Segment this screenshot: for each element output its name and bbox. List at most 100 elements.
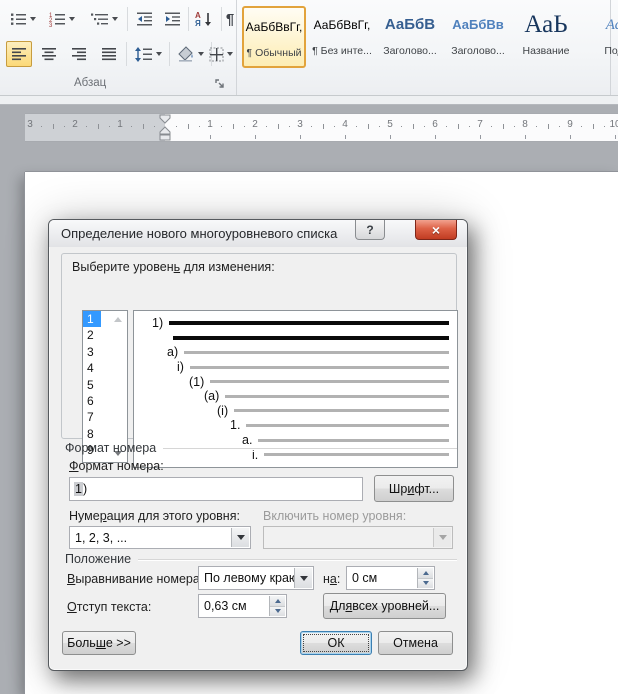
ruler-mark xyxy=(187,124,189,129)
ruler-number: 1 xyxy=(207,119,213,130)
spin-up-button[interactable] xyxy=(418,568,433,579)
level-item[interactable]: 2 xyxy=(83,327,127,343)
preview-number-label: i) xyxy=(177,360,184,375)
combo-dropdown-button[interactable] xyxy=(231,528,249,547)
number-alignment-combobox[interactable]: По левому краю xyxy=(198,566,314,590)
close-icon: × xyxy=(431,221,441,238)
bullets-button[interactable] xyxy=(4,7,41,31)
ruler-mark xyxy=(266,126,268,127)
spin-down-button[interactable] xyxy=(270,606,285,616)
ruler-mark xyxy=(288,126,290,127)
help-icon: ? xyxy=(366,222,374,237)
group-divider-line xyxy=(138,558,457,560)
style-preview: АаБбВвГг, xyxy=(245,20,303,34)
decrease-indent-button[interactable] xyxy=(131,7,157,31)
ruler-number: 2 xyxy=(252,119,258,130)
number-format-input[interactable]: 1) xyxy=(69,477,363,501)
preview-row: i) xyxy=(134,360,457,375)
multilevel-list-dialog: Определение нового многоуровневого списк… xyxy=(48,219,468,671)
preview-row: 1. xyxy=(134,418,457,433)
level-items: 123456789 xyxy=(83,311,127,459)
style-item-6[interactable]: Аа Под xyxy=(582,6,618,68)
chevron-down-icon xyxy=(68,17,75,21)
numbering-style-value: 1, 2, 3, ... xyxy=(75,530,128,545)
text-indent-value: 0,63 см xyxy=(204,599,247,613)
ruler-mark xyxy=(502,124,504,129)
dialog-launcher-icon xyxy=(215,79,224,88)
help-button[interactable]: ? xyxy=(355,220,385,240)
style-item-1[interactable]: АаБбВвГг, ¶ Обычный xyxy=(242,6,306,68)
ruler-number: 4 xyxy=(342,119,348,130)
style-item-3[interactable]: АаБбВ Заголово... xyxy=(378,6,442,68)
increase-indent-button[interactable] xyxy=(159,7,185,31)
ruler-mark xyxy=(525,135,526,139)
shading-icon xyxy=(177,46,193,62)
all-levels-button[interactable]: Дл я всех уровней... xyxy=(323,593,446,619)
ruler-mark xyxy=(255,135,256,139)
text-indent-spinner[interactable]: 0,63 см xyxy=(198,594,287,618)
combo-dropdown-button[interactable] xyxy=(294,568,312,588)
font-button[interactable]: Шр и фт... xyxy=(374,475,454,502)
sort-button[interactable]: АЯ xyxy=(191,7,217,31)
ruler-mark xyxy=(243,126,245,127)
ruler-mark xyxy=(86,126,88,127)
ruler-mark xyxy=(558,126,560,127)
ruler-mark xyxy=(423,126,425,127)
level-item[interactable]: 4 xyxy=(83,360,127,376)
select-level-label: Выберите уровень для изменения: xyxy=(72,260,275,274)
close-button[interactable]: × xyxy=(415,220,457,240)
numbering-button[interactable]: 123 xyxy=(43,7,80,31)
spin-up-button[interactable] xyxy=(270,596,285,607)
up-arrow-icon xyxy=(274,598,281,603)
scroll-up-icon[interactable] xyxy=(114,317,122,322)
multilevel-list-button[interactable] xyxy=(84,7,124,31)
align-right-button[interactable] xyxy=(66,41,92,67)
level-item[interactable]: 8 xyxy=(83,426,127,442)
level-item[interactable]: 6 xyxy=(83,393,127,409)
indent-markers[interactable] xyxy=(158,114,172,142)
separator xyxy=(127,7,128,31)
level-item[interactable]: 7 xyxy=(83,409,127,425)
ruler-mark xyxy=(581,126,583,127)
dialog-titlebar[interactable]: Определение нового многоуровневого списк… xyxy=(49,220,467,247)
sort-icon: АЯ xyxy=(195,11,211,27)
ruler-mark xyxy=(615,135,616,139)
preview-text-line xyxy=(246,423,449,427)
ruler-number: 3 xyxy=(297,119,303,130)
ok-button[interactable]: ОК xyxy=(300,631,372,655)
align-center-button[interactable] xyxy=(36,41,62,67)
ruler-mark xyxy=(401,126,403,127)
spin-down-button[interactable] xyxy=(418,578,433,588)
shading-button[interactable] xyxy=(172,41,208,67)
down-arrow-icon xyxy=(274,609,281,614)
level-item[interactable]: 5 xyxy=(83,377,127,393)
preview-number-label: (a) xyxy=(204,389,220,404)
style-item-5[interactable]: АаЬ Название xyxy=(514,6,578,68)
text-indent-label: Отступ текста: xyxy=(67,600,152,614)
ruler-mark xyxy=(311,126,313,127)
level-item[interactable]: 3 xyxy=(83,344,127,360)
line-spacing-button[interactable] xyxy=(130,41,166,67)
ruler-mark xyxy=(480,135,481,139)
justify-button[interactable] xyxy=(96,41,122,67)
group-label-paragraph: Абзац xyxy=(74,77,107,89)
numbering-style-combobox[interactable]: 1, 2, 3, ... xyxy=(69,526,251,549)
paragraph-dialog-launcher[interactable] xyxy=(213,77,228,92)
cancel-button[interactable]: Отмена xyxy=(378,631,453,655)
ribbon-paragraph-group: 123 АЯ ¶ Абзац АаБбВвГг, ¶ Обычный АаБбВ… xyxy=(0,0,618,96)
ruler-mark xyxy=(345,135,346,139)
ruler-number: 7 xyxy=(477,119,483,130)
ruler-number: 6 xyxy=(432,119,438,130)
style-item-2[interactable]: АаБбВвГг, ¶ Без инте... xyxy=(310,6,374,68)
preview-text-line xyxy=(184,350,449,354)
aligned-at-spinner[interactable]: 0 см xyxy=(346,566,435,590)
select-level-group: Выберите уровень для изменения: 12345678… xyxy=(61,253,458,468)
align-left-button[interactable] xyxy=(6,41,32,67)
style-preview: АаБбВв xyxy=(452,17,504,32)
chevron-down-icon xyxy=(29,17,36,21)
borders-button[interactable] xyxy=(204,41,238,67)
more-button[interactable]: Боль ш е >> xyxy=(62,631,136,655)
style-item-4[interactable]: АаБбВв Заголово... xyxy=(446,6,510,68)
level-item[interactable]: 1 xyxy=(83,311,101,328)
style-preview: АаБбВвГг, xyxy=(313,18,371,32)
